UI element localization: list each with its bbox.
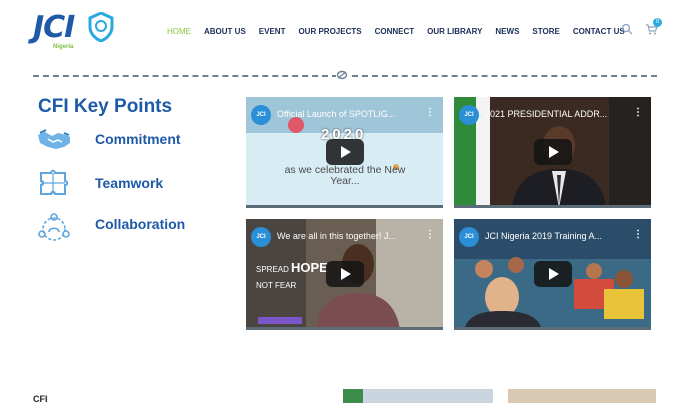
nav-home[interactable]: HOME [167, 27, 191, 36]
puzzle-icon [40, 169, 69, 195]
jci-logo[interactable]: JCI Nigeria [33, 10, 123, 54]
site-header: JCI Nigeria HOME ABOUT US EVENT OUR PROJ… [0, 0, 678, 62]
search-icon [621, 23, 633, 35]
logo-subtitle: Nigeria [53, 44, 74, 50]
nav-news[interactable]: NEWS [495, 27, 519, 36]
play-button[interactable] [534, 261, 572, 287]
more-options-icon[interactable]: ⋮ [425, 107, 435, 118]
shield-logo-icon [88, 12, 114, 42]
handshake-icon [38, 129, 70, 149]
more-options-icon[interactable]: ⋮ [633, 229, 643, 240]
key-points-title: CFI Key Points [38, 96, 173, 117]
key-point-collaboration: Collaboration [36, 212, 185, 244]
logo-text: JCI [33, 10, 75, 45]
video-card[interactable]: JCI JCI Nigeria 2019 Training A... ⋮ [454, 219, 651, 330]
cart-button[interactable]: 0 [645, 18, 662, 36]
more-options-icon[interactable]: ⋮ [633, 107, 643, 118]
video-title: Official Launch of SPOTLIG... [277, 109, 396, 119]
video-title: 2021 PRESIDENTIAL ADDR... [485, 109, 608, 119]
key-point-label: Commitment [95, 131, 181, 147]
video-overlay-not-fear: NOT FEAR [256, 281, 297, 290]
nav-contact-us[interactable]: CONTACT US [573, 27, 625, 36]
video-card[interactable]: JCI 2021 PRESIDENTIAL ADDR... ⋮ [454, 97, 651, 208]
main-nav: HOME ABOUT US EVENT OUR PROJECTS CONNECT… [167, 27, 638, 36]
video-overlay-hope: HOPE [291, 260, 328, 275]
video-title: JCI Nigeria 2019 Training A... [485, 231, 603, 241]
nav-our-library[interactable]: OUR LIBRARY [427, 27, 482, 36]
nav-store[interactable]: STORE [532, 27, 559, 36]
nav-connect[interactable]: CONNECT [375, 27, 415, 36]
channel-avatar: JCI [459, 105, 479, 125]
section-image-thumbnail [343, 389, 493, 403]
channel-avatar: JCI [251, 105, 271, 125]
video-card[interactable]: JCI Official Launch of SPOTLIG... ⋮ 2020… [246, 97, 443, 208]
people-circle-icon [38, 213, 70, 241]
play-button[interactable] [534, 139, 572, 165]
key-point-label: Collaboration [95, 216, 186, 232]
video-overlay-spread: SPREAD [256, 265, 289, 274]
video-card[interactable]: JCI We are all in this together! J... ⋮ … [246, 219, 443, 330]
key-point-label: Teamwork [95, 175, 164, 191]
section-divider [33, 70, 657, 80]
play-button[interactable] [326, 261, 364, 287]
channel-avatar: JCI [251, 227, 271, 247]
more-options-icon[interactable]: ⋮ [425, 229, 435, 240]
search-button[interactable] [621, 22, 635, 36]
nav-about-us[interactable]: ABOUT US [204, 27, 246, 36]
channel-avatar: JCI [459, 227, 479, 247]
key-point-commitment: Commitment [36, 123, 181, 155]
video-overlay-text: as we celebrated the New Year... [284, 164, 406, 187]
divider-ornament-icon [336, 70, 348, 80]
cart-count-badge: 0 [653, 18, 662, 27]
video-title: We are all in this together! J... [277, 231, 396, 241]
nav-our-projects[interactable]: OUR PROJECTS [298, 27, 361, 36]
header-icons: 0 [621, 18, 662, 36]
nav-event[interactable]: EVENT [259, 27, 286, 36]
section-image-thumbnail [508, 389, 656, 403]
section-heading-partial: CFI [33, 394, 48, 403]
play-button[interactable] [326, 139, 364, 165]
key-point-teamwork: Teamwork [36, 167, 163, 199]
